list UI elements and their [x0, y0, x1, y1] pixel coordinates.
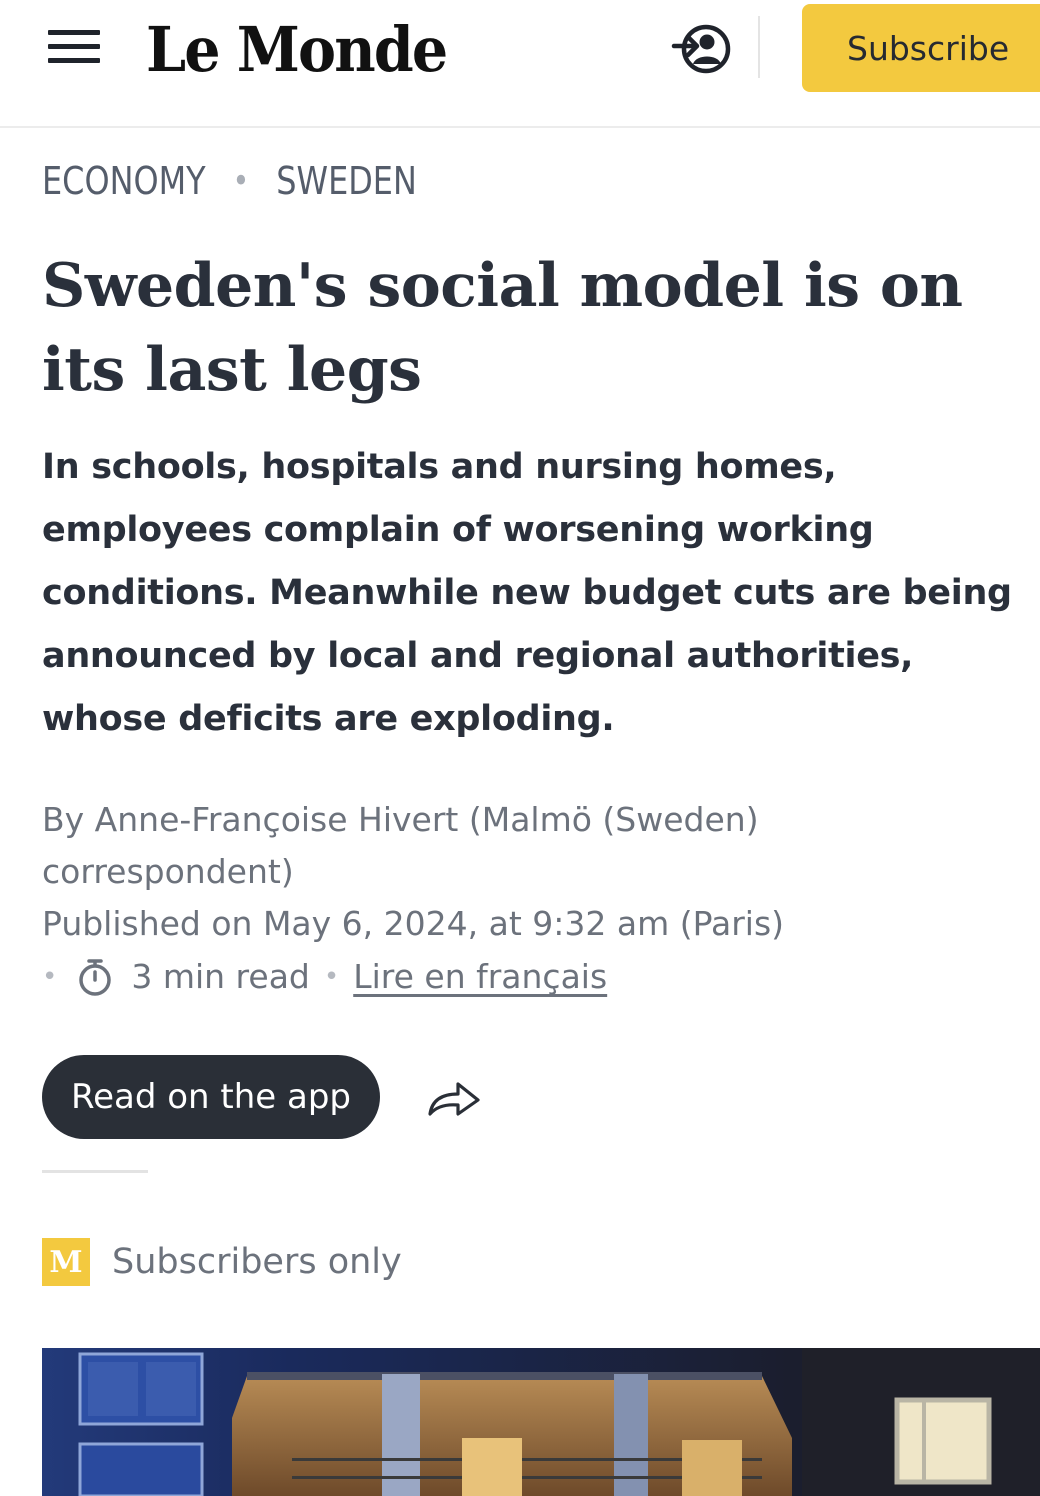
stopwatch-icon [79, 959, 112, 996]
french-version-link[interactable]: Lire en français [353, 951, 607, 1003]
meta-separator: • [323, 962, 340, 992]
section-divider [42, 1170, 148, 1173]
share-arrow-icon[interactable] [424, 1074, 484, 1122]
read-time: 3 min read [131, 957, 310, 996]
article-hero-image [42, 1348, 1040, 1496]
article-byline: By Anne-Françoise Hivert (Malmö (Sweden)… [42, 800, 759, 891]
article-standfirst: In schools, hospitals and nursing homes,… [42, 447, 1012, 739]
top-navigation-bar: Le Monde Subscribe [0, 0, 1040, 128]
article-meta: By Anne-Françoise Hivert (Malmö (Sweden)… [42, 794, 922, 1004]
subscribers-only-label: Subscribers only [112, 1242, 402, 1282]
article-published-date: Published on May 6, 2024, at 9:32 am (Pa… [42, 904, 785, 943]
login-user-icon[interactable] [670, 20, 734, 78]
breadcrumb-economy[interactable]: ECONOMY [42, 159, 206, 203]
site-logo[interactable]: Le Monde [146, 14, 448, 86]
subscriber-badge-icon: M [42, 1238, 90, 1286]
read-on-app-button[interactable]: Read on the app [42, 1055, 380, 1139]
hamburger-menu-icon[interactable] [48, 30, 100, 68]
header-divider [758, 16, 760, 78]
meta-separator: • [42, 962, 58, 992]
hero-photo-illustration [42, 1348, 1040, 1496]
breadcrumb: ECONOMY • SWEDEN [42, 156, 417, 206]
subscribe-button[interactable]: Subscribe [802, 4, 1040, 92]
article-meta-row: • 3 min read • Lire en français [42, 950, 922, 1004]
breadcrumb-sweden[interactable]: SWEDEN [276, 159, 417, 203]
article-headline: Sweden's social model is on its last leg… [42, 251, 963, 405]
breadcrumb-separator: • [232, 161, 250, 201]
